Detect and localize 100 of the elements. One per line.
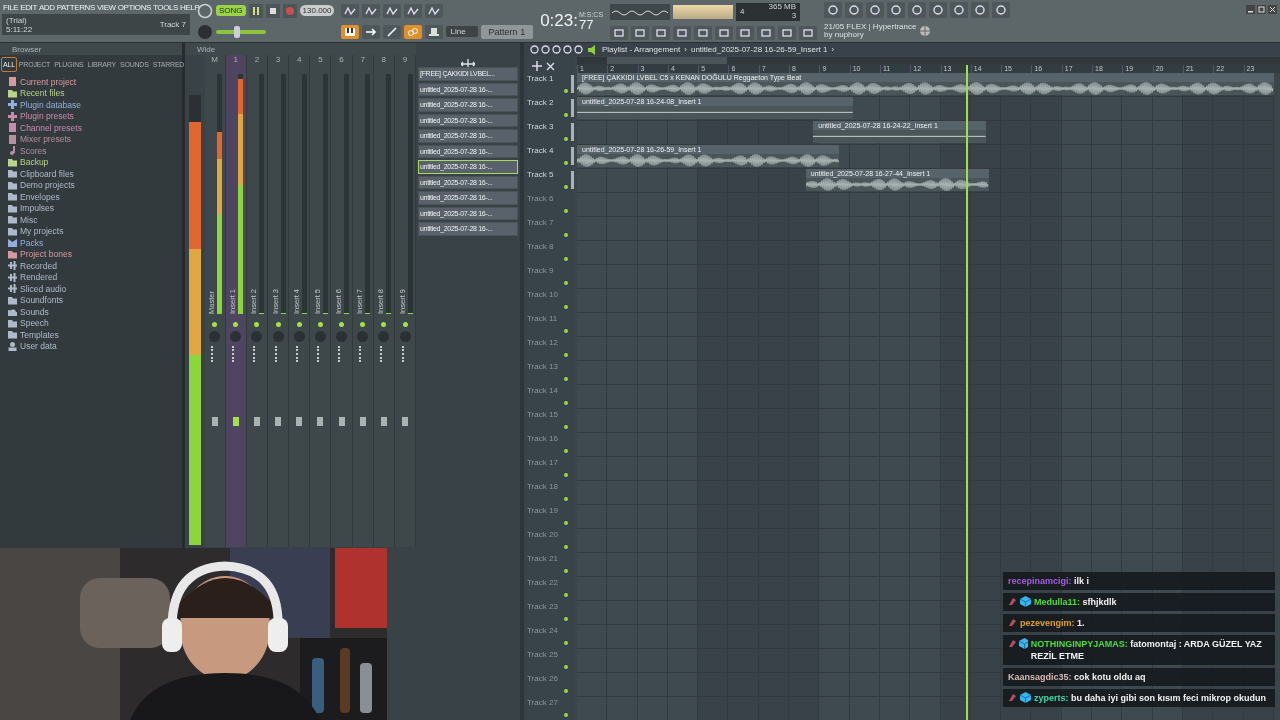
volume-fader[interactable]: [253, 417, 260, 426]
browser-item[interactable]: Demo projects: [8, 179, 75, 191]
track-name[interactable]: Track 3: [524, 121, 554, 131]
menu-item[interactable]: EDIT: [20, 3, 37, 12]
browser-item[interactable]: Speech: [8, 317, 49, 329]
tempo-field[interactable]: 130.000: [299, 5, 335, 16]
status-led[interactable]: [360, 322, 366, 327]
track-led[interactable]: [564, 377, 568, 381]
scrollbar[interactable]: [577, 57, 1280, 64]
status-led[interactable]: [402, 322, 408, 327]
pause-button[interactable]: [248, 3, 263, 18]
browser-item[interactable]: Clipboard files: [8, 168, 74, 180]
globe-icon[interactable]: [919, 25, 932, 38]
window-icon[interactable]: [715, 25, 734, 40]
track-led[interactable]: [564, 209, 568, 213]
browser-item[interactable]: Recorded: [8, 260, 57, 272]
zigzag-icon[interactable]: [404, 3, 423, 18]
status-led[interactable]: [339, 322, 345, 327]
track-name[interactable]: Track 8: [524, 241, 554, 251]
track-name[interactable]: Track 9: [524, 265, 554, 275]
restore-icon[interactable]: [1257, 5, 1266, 14]
window-icon[interactable]: [673, 25, 692, 40]
menu-item[interactable]: PATTERNS: [56, 3, 95, 12]
browser-item[interactable]: Plugin presets: [8, 110, 74, 122]
status-led[interactable]: [275, 322, 281, 327]
track-led[interactable]: [564, 449, 568, 453]
zigzag-icon[interactable]: [383, 3, 402, 18]
window-icon[interactable]: [757, 25, 776, 40]
volume-fader[interactable]: [359, 417, 366, 426]
menu-item[interactable]: TOOLS: [153, 3, 178, 12]
track-name[interactable]: Track 14: [524, 385, 558, 395]
menu-item[interactable]: FILE: [3, 3, 19, 12]
volume-fader[interactable]: [338, 417, 345, 426]
track-led[interactable]: [564, 689, 568, 693]
link-icon[interactable]: [404, 24, 423, 39]
track-name[interactable]: Track 17: [524, 457, 558, 467]
track-led[interactable]: [564, 545, 568, 549]
browser-item[interactable]: Templates: [8, 329, 59, 341]
status-led[interactable]: [233, 322, 239, 327]
browser-item[interactable]: Backup: [8, 156, 49, 168]
browser-item[interactable]: Mixer presets: [8, 133, 71, 145]
track-led[interactable]: [564, 425, 568, 429]
browser-item[interactable]: User data: [8, 340, 57, 352]
track-name[interactable]: Track 25: [524, 649, 558, 659]
track-name[interactable]: Track 5: [524, 169, 554, 179]
pencil-icon[interactable]: [383, 24, 402, 39]
track-led[interactable]: [564, 617, 568, 621]
track-handle[interactable]: [571, 75, 574, 93]
track-handle[interactable]: [571, 99, 574, 117]
track-led[interactable]: [564, 113, 568, 117]
browser-item[interactable]: Soundfonts: [8, 294, 63, 306]
track-led[interactable]: [564, 641, 568, 645]
track-name[interactable]: Track 10: [524, 289, 558, 299]
close-icon[interactable]: [1268, 5, 1277, 14]
track-name[interactable]: Track 27: [524, 697, 558, 707]
browser-item[interactable]: Recent files: [8, 87, 65, 99]
track-led[interactable]: [564, 665, 568, 669]
track-name[interactable]: Track 24: [524, 625, 558, 635]
window-icon[interactable]: [736, 25, 755, 40]
move-icon[interactable]: [461, 59, 475, 69]
track-name[interactable]: Track 26: [524, 673, 558, 683]
volume-fader[interactable]: [211, 417, 218, 426]
breadcrumb-clip[interactable]: untitled_2025-07-28 16-26-59_Insert 1: [690, 45, 828, 54]
hat-icon[interactable]: [425, 24, 444, 39]
track-name[interactable]: Track 13: [524, 361, 558, 371]
track-name[interactable]: Track 2: [524, 97, 554, 107]
track-led[interactable]: [564, 713, 568, 717]
status-led[interactable]: [296, 322, 302, 327]
window-icon[interactable]: [694, 25, 713, 40]
track-led[interactable]: [564, 89, 568, 93]
zigzag-icon[interactable]: [341, 3, 360, 18]
track-name[interactable]: Track 11: [524, 313, 558, 323]
track-led[interactable]: [564, 473, 568, 477]
track-led[interactable]: [564, 233, 568, 237]
window-icon[interactable]: [799, 25, 818, 40]
browser-item[interactable]: Impulses: [8, 202, 54, 214]
volume-fader[interactable]: [380, 417, 387, 426]
zigzag-icon[interactable]: [425, 3, 444, 18]
status-led[interactable]: [212, 322, 218, 327]
volume-fader[interactable]: [232, 417, 239, 426]
track-name[interactable]: Track 20: [524, 529, 558, 539]
knob-icon[interactable]: [197, 2, 213, 19]
track-led[interactable]: [564, 593, 568, 597]
track-led[interactable]: [564, 281, 568, 285]
browser-item[interactable]: Current project: [8, 76, 77, 88]
stop-button[interactable]: [265, 3, 280, 18]
track-name[interactable]: Track 6: [524, 193, 554, 203]
pattern-selector[interactable]: Pattern 1: [480, 24, 534, 39]
playhead[interactable]: [966, 65, 969, 720]
track-name[interactable]: Track 21: [524, 553, 558, 563]
window-icon[interactable]: [652, 25, 671, 40]
mixer-mode[interactable]: Wide: [197, 44, 216, 54]
menu-item[interactable]: OPTIONS: [117, 3, 151, 12]
track-led[interactable]: [564, 353, 568, 357]
track-led[interactable]: [564, 137, 568, 141]
track-led[interactable]: [564, 497, 568, 501]
track-name[interactable]: Track 12: [524, 337, 558, 347]
window-icon[interactable]: [631, 25, 650, 40]
piano-icon[interactable]: [341, 24, 360, 39]
track-handle[interactable]: [571, 123, 574, 141]
